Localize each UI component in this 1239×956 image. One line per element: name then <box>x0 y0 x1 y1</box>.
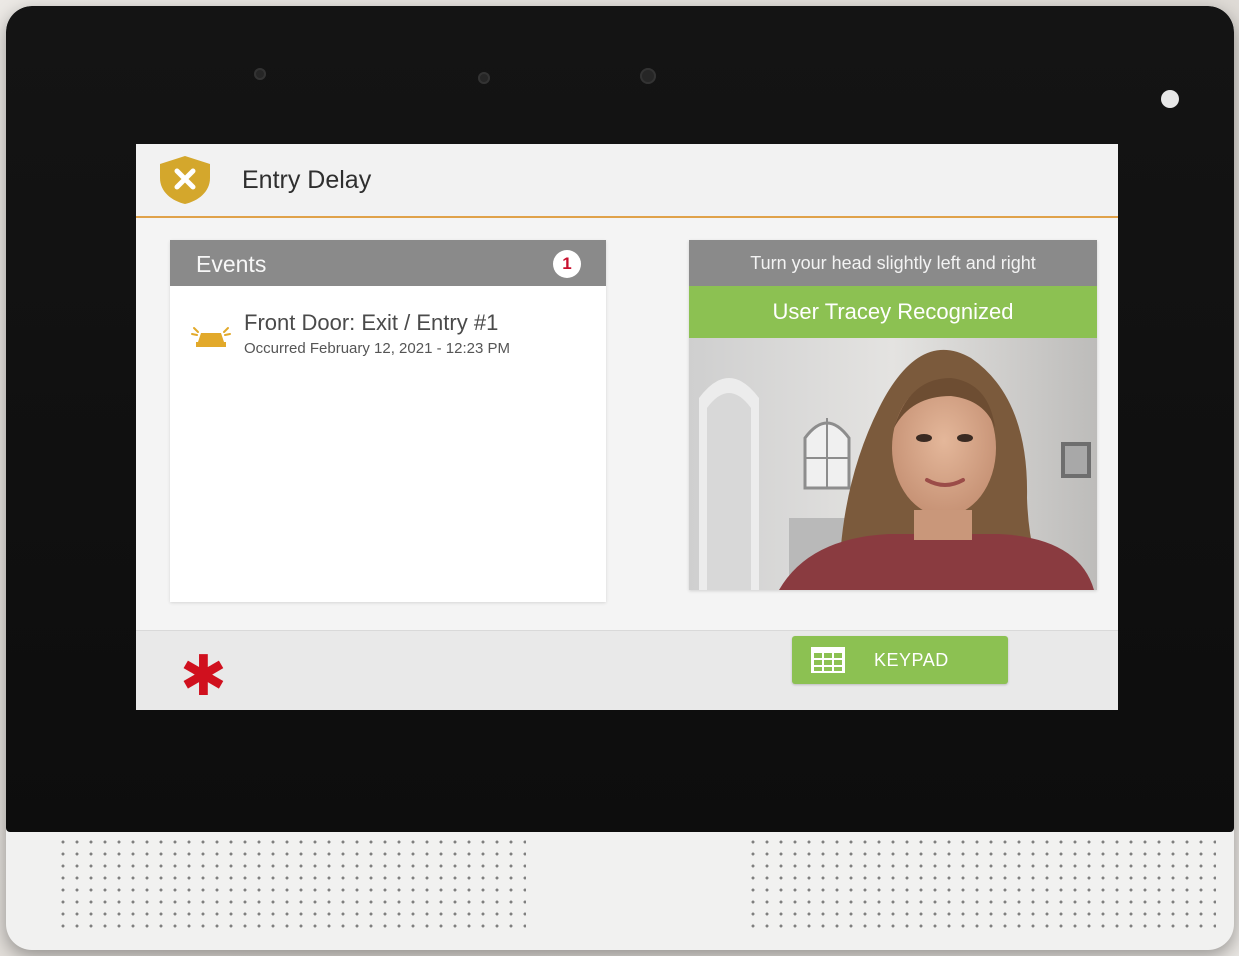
door-alert-icon <box>191 327 231 347</box>
shield-x-icon <box>160 156 210 204</box>
event-timestamp: Occurred February 12, 2021 - 12:23 PM <box>244 340 510 357</box>
title-bar: Entry Delay <box>136 144 1118 218</box>
touch-screen: Entry Delay Events 1 Front Door: Exit / … <box>136 144 1118 710</box>
events-header: Events 1 <box>170 240 606 286</box>
user-recognized-banner: User Tracey Recognized <box>689 286 1097 338</box>
security-panel-device: Entry Delay Events 1 Front Door: Exit / … <box>6 6 1234 950</box>
speaker-grille-left <box>56 836 526 936</box>
keypad-grid-icon <box>811 647 845 673</box>
status-led <box>1161 90 1179 108</box>
speaker-grille-right <box>746 836 1216 936</box>
camera-feed-image <box>689 338 1097 590</box>
screen-bezel: Entry Delay Events 1 Front Door: Exit / … <box>6 6 1234 832</box>
face-recognition-panel: Turn your head slightly left and right U… <box>689 240 1097 590</box>
events-count-badge: 1 <box>553 250 581 278</box>
camera-lens <box>640 68 656 84</box>
sensor-dot <box>254 68 266 80</box>
sensor-dot <box>478 72 490 84</box>
events-title: Events <box>196 251 267 277</box>
events-panel: Events 1 Front Door: Exit / Entry #1 Occ… <box>170 240 606 602</box>
keypad-button[interactable]: KEYPAD <box>792 636 1008 684</box>
face-instruction-text: Turn your head slightly left and right <box>689 240 1097 286</box>
asterisk-icon[interactable]: ✱ <box>180 648 227 704</box>
event-name: Front Door: Exit / Entry #1 <box>244 310 499 335</box>
keypad-label: KEYPAD <box>874 650 949 670</box>
event-list-item[interactable]: Front Door: Exit / Entry #1 Occurred Feb… <box>170 306 606 366</box>
page-title: Entry Delay <box>242 166 372 194</box>
